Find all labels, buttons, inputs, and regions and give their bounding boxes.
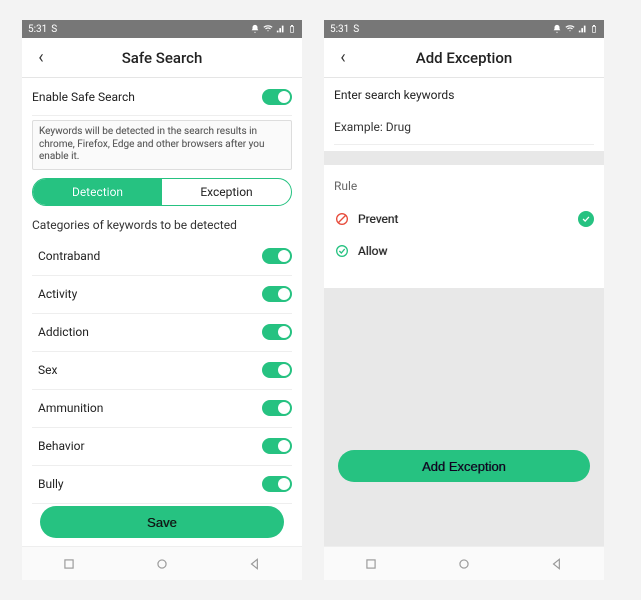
rule-label: Rule [334, 179, 594, 193]
app-bar: ‹ Add Exception [324, 38, 604, 78]
category-row: Ammunition [32, 390, 292, 428]
app-bar: ‹ Safe Search [22, 38, 302, 78]
nav-home-icon[interactable] [457, 557, 471, 571]
battery-icon [288, 23, 296, 35]
rule-prevent[interactable]: Prevent [334, 203, 594, 235]
category-toggle[interactable] [262, 400, 292, 416]
enable-toggle[interactable] [262, 89, 292, 105]
status-icons [250, 23, 296, 35]
keyword-input[interactable]: Example: Drug [334, 112, 594, 145]
bell-icon [250, 24, 260, 34]
category-row: Behavior [32, 428, 292, 466]
status-bar: 5:31 S [22, 20, 302, 38]
status-icons [552, 23, 598, 35]
category-toggle[interactable] [262, 476, 292, 492]
bottom-area [324, 288, 604, 546]
allow-icon [334, 243, 350, 259]
info-box: Keywords will be detected in the search … [32, 120, 292, 170]
nav-back-icon[interactable] [248, 557, 262, 571]
enable-label: Enable Safe Search [32, 90, 135, 104]
category-list: Contraband Activity Addiction Sex Ammuni… [32, 238, 292, 547]
safe-search-screen: 5:31 S ‹ Safe Search Enable Safe Search … [22, 20, 302, 580]
status-s-icon: S [353, 24, 359, 35]
enter-keywords-label: Enter search keywords [334, 88, 454, 102]
nav-bar [22, 546, 302, 580]
nav-bar [324, 546, 604, 580]
categories-header: Categories of keywords to be detected [32, 218, 292, 232]
category-row: Addiction [32, 314, 292, 352]
status-bar: 5:31 S [324, 20, 604, 38]
bell-icon [552, 24, 562, 34]
category-label: Activity [38, 287, 77, 301]
add-exception-screen: 5:31 S ‹ Add Exception Enter search keyw… [324, 20, 604, 580]
category-label: Addiction [38, 325, 89, 339]
nav-home-icon[interactable] [155, 557, 169, 571]
category-label: Sex [38, 363, 57, 377]
category-label: Ammunition [38, 401, 103, 415]
tab-exception[interactable]: Exception [162, 179, 291, 205]
enable-safe-search-row: Enable Safe Search [32, 78, 292, 116]
prevent-icon [334, 211, 350, 227]
category-label: Bully [38, 477, 64, 491]
page-title: Safe Search [22, 49, 302, 67]
page-title: Add Exception [324, 49, 604, 67]
nav-recent-icon[interactable] [364, 557, 378, 571]
category-toggle[interactable] [262, 324, 292, 340]
category-row: Bully [32, 466, 292, 504]
selected-badge [578, 211, 594, 227]
rule-name: Prevent [358, 212, 398, 226]
rule-name: Allow [358, 244, 388, 258]
wifi-icon [262, 24, 274, 34]
category-toggle[interactable] [262, 286, 292, 302]
tab-detection[interactable]: Detection [33, 179, 162, 205]
rule-allow[interactable]: Allow [334, 235, 594, 267]
category-toggle[interactable] [262, 438, 292, 454]
save-button[interactable]: Save [40, 506, 284, 538]
back-button[interactable]: ‹ [334, 47, 352, 68]
status-s-icon: S [51, 24, 57, 35]
signal-icon [276, 24, 286, 34]
status-time: 5:31 [28, 24, 47, 35]
divider-band [324, 151, 604, 165]
tabs: Detection Exception [32, 178, 292, 206]
category-row: Contraband [32, 238, 292, 276]
nav-back-icon[interactable] [550, 557, 564, 571]
check-icon [581, 214, 591, 224]
nav-recent-icon[interactable] [62, 557, 76, 571]
signal-icon [578, 24, 588, 34]
category-toggle[interactable] [262, 362, 292, 378]
category-label: Contraband [38, 249, 100, 263]
category-label: Behavior [38, 439, 85, 453]
category-row: Sex [32, 352, 292, 390]
battery-icon [590, 23, 598, 35]
category-row: Activity [32, 276, 292, 314]
status-time: 5:31 [330, 24, 349, 35]
wifi-icon [564, 24, 576, 34]
back-button[interactable]: ‹ [32, 47, 50, 68]
add-exception-button[interactable]: Add Exception [338, 450, 590, 482]
category-toggle[interactable] [262, 248, 292, 264]
